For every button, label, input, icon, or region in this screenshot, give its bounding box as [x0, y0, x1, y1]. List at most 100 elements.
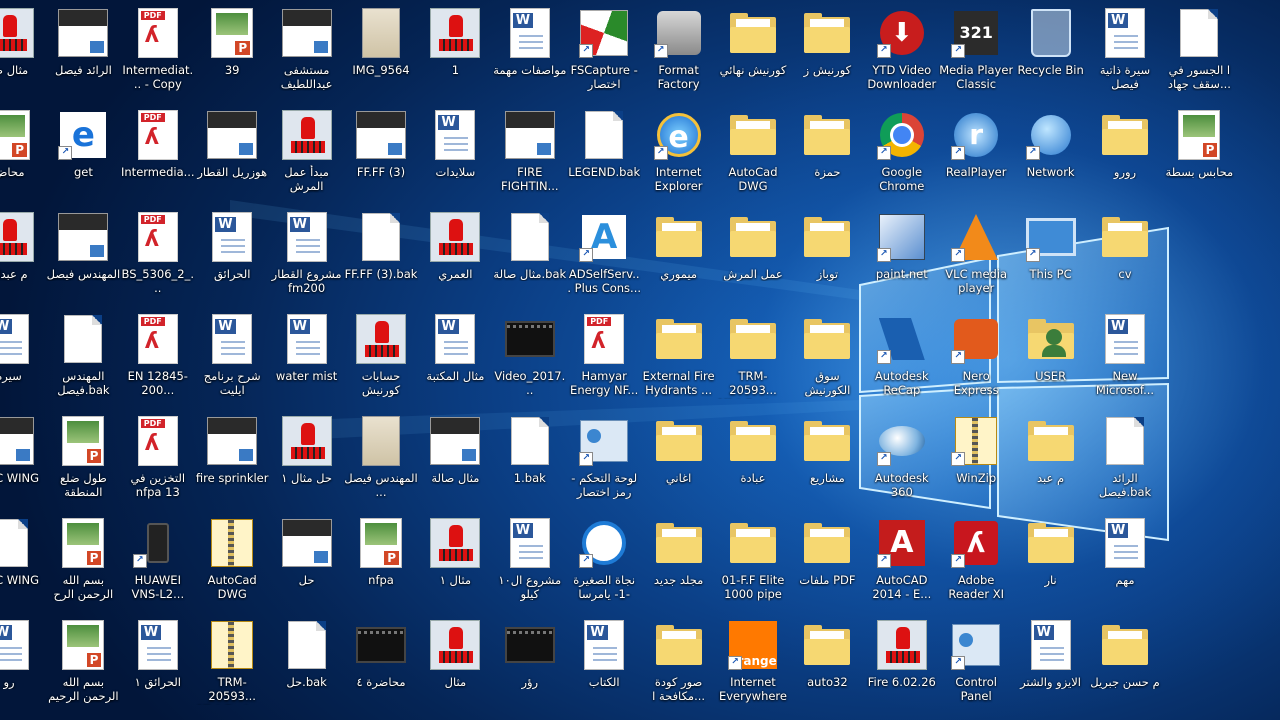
desktop-icon[interactable]: PDF ʎ التخزين في nfpa 13 [121, 408, 195, 508]
desktop-icon[interactable]: 1.bak [493, 408, 567, 508]
desktop-icon[interactable]: P 39 [195, 0, 269, 100]
desktop-icon[interactable]: r ↗ RealPlayer [939, 102, 1013, 202]
desktop-icon[interactable]: Pnfpa [344, 510, 418, 610]
desktop-icon[interactable]: orange ↗ Internet Everywhere [716, 612, 790, 712]
desktop-icon[interactable]: رؤر [493, 612, 567, 712]
desktop-icon[interactable]: المهندس فيصل [46, 204, 120, 304]
desktop-icon[interactable]: W مواصفات مهمة [493, 0, 567, 100]
desktop-icon[interactable]: ميموري [642, 204, 716, 304]
desktop-icon[interactable]: Video_2017... [493, 306, 567, 406]
desktop-icon[interactable]: مثال صا [0, 0, 46, 100]
desktop-icon[interactable]: W New Microsof... [1088, 306, 1162, 406]
desktop-icon[interactable]: حل.bak [270, 612, 344, 712]
desktop-icon[interactable]: DEC WING [0, 408, 46, 508]
desktop-icon[interactable]: e ↗ get [46, 102, 120, 202]
desktop-icon[interactable]: W الحرائق [195, 204, 269, 304]
desktop-icon[interactable]: مثال صالة.bak [493, 204, 567, 304]
desktop-icon[interactable]: FIRE FIGHTIN... [493, 102, 567, 202]
desktop-icon[interactable]: LEGEND.bak [567, 102, 641, 202]
desktop-icon[interactable]: ↗ Google Chrome [865, 102, 939, 202]
desktop-icon[interactable]: ا الجسور في سقف جهاد... [1162, 0, 1236, 100]
desktop-icon[interactable]: fire sprinkler [195, 408, 269, 508]
desktop-icon[interactable]: مشاريع [790, 408, 864, 508]
desktop-icon[interactable]: cv [1088, 204, 1162, 304]
desktop-icon[interactable]: نار [1014, 510, 1088, 610]
desktop-icon[interactable]: مثال صالة [418, 408, 492, 508]
desktop-icon[interactable]: FF.FF (3).bak [344, 204, 418, 304]
desktop-icon[interactable]: ↗ Control Panel [939, 612, 1013, 712]
desktop-icon[interactable]: 321 ↗ Media Player Classic [939, 0, 1013, 100]
desktop-icon[interactable]: ↗ VLC media player [939, 204, 1013, 304]
desktop-icon[interactable]: P بسم الله الرحمن الرح [46, 510, 120, 610]
desktop-icon[interactable]: ↗ لوحة التحكم - رمز اختصار [567, 408, 641, 508]
desktop-icon[interactable]: رورو [1088, 102, 1162, 202]
desktop-icon[interactable]: سوق الكورنيش [790, 306, 864, 406]
desktop-icon[interactable]: حل مثال ١ [270, 408, 344, 508]
desktop-icon[interactable]: توباز [790, 204, 864, 304]
desktop-icon[interactable]: 01-F.F Elite 1000 pipe [716, 510, 790, 610]
desktop-icon[interactable]: W الايزو والشتر [1014, 612, 1088, 712]
desktop-icon[interactable]: USER [1014, 306, 1088, 406]
desktop-icon[interactable]: e ↗ Internet Explorer [642, 102, 716, 202]
desktop-icon[interactable]: auto32 [790, 612, 864, 712]
desktop-icon[interactable]: ↗ FSCapture - اختصار [567, 0, 641, 100]
desktop-icon[interactable]: PDF ʎ Intermedia... [121, 102, 195, 202]
desktop-icon[interactable]: TRM-20593... Mist Syste... [195, 612, 269, 712]
desktop-icon[interactable]: حل [270, 510, 344, 610]
desktop-icon[interactable]: الرائد فيصل [46, 0, 120, 100]
desktop-icon[interactable]: كورنيش نهائي [716, 0, 790, 100]
desktop-icon[interactable]: مثال [418, 612, 492, 712]
desktop-icon[interactable]: W مشروع القطار fm200 [270, 204, 344, 304]
desktop-icon[interactable]: External Fire Hydrants ... [642, 306, 716, 406]
desktop-icon[interactable]: 1 [418, 0, 492, 100]
desktop-icon[interactable]: م عبدالـ [0, 204, 46, 304]
desktop-icon[interactable]: حمزة [790, 102, 864, 202]
desktop-icon[interactable]: A ↗ ADSelfServ... Plus Cons... [567, 204, 641, 304]
desktop-icon[interactable]: PDF ʎ EN 12845-200... [121, 306, 195, 406]
desktop-icon[interactable]: P بسم الله الرحمن الرحيم [46, 612, 120, 712]
desktop-icon[interactable]: W سلايدات [418, 102, 492, 202]
desktop-icon[interactable]: مجلد جديد [642, 510, 716, 610]
desktop-icon[interactable]: PDF ʎ Hamyar Energy NF... [567, 306, 641, 406]
desktop-icon[interactable]: AutoCad DWG [716, 102, 790, 202]
desktop-icon[interactable]: ↗ Network [1014, 102, 1088, 202]
desktop-icon[interactable]: W شرح برنامج ايليت [195, 306, 269, 406]
desktop-icon[interactable]: ↗ WinZip [939, 408, 1013, 508]
desktop-icon[interactable]: اغاني [642, 408, 716, 508]
desktop-icon[interactable]: Fire 6.02.26 [865, 612, 939, 712]
desktop-icon[interactable]: W سيرة ذاتية فيصل [1088, 0, 1162, 100]
desktop-icon[interactable]: W مهم [1088, 510, 1162, 610]
desktop-icon[interactable]: PDF ʎ Intermediat... - Copy [121, 0, 195, 100]
desktop-icon[interactable]: PDF ʎ BS_5306_2_... [121, 204, 195, 304]
desktop-icon[interactable]: العمري [418, 204, 492, 304]
desktop-icon[interactable]: صور كودة مكافحة ا... [642, 612, 716, 712]
desktop-icon[interactable]: P طول ضلع المنطقة [46, 408, 120, 508]
desktop-icon[interactable]: W سيرة [0, 306, 46, 406]
desktop-icon[interactable]: المهندس فيصل ... [344, 408, 418, 508]
desktop-icon[interactable]: W الكتاب [567, 612, 641, 712]
desktop-icon[interactable]: AutoCad DWG [195, 510, 269, 610]
desktop-icon[interactable]: م عبد [1014, 408, 1088, 508]
desktop-icon[interactable]: Recycle Bin [1014, 0, 1088, 100]
desktop-icon[interactable]: ↗ Nero Express [939, 306, 1013, 406]
desktop-icon[interactable]: مبدأ عمل المرش [270, 102, 344, 202]
desktop-icon[interactable]: ملفات PDF [790, 510, 864, 610]
desktop-icon[interactable]: IMG_9564 [344, 0, 418, 100]
desktop-icon[interactable]: ↗ HUAWEI VNS-L2... [121, 510, 195, 610]
desktop-icon[interactable]: م حسن جبريل [1088, 612, 1162, 712]
desktop-icon[interactable]: ↗ Autodesk ReCap [865, 306, 939, 406]
desktop-icon[interactable]: P محابس بسطة [1162, 102, 1236, 202]
desktop-icon[interactable]: P محاض [0, 102, 46, 202]
desktop-icon[interactable]: عبادة [716, 408, 790, 508]
desktop-icon[interactable]: ↗ paint.net [865, 204, 939, 304]
desktop-icon[interactable]: ↗ This PC [1014, 204, 1088, 304]
desktop-icon[interactable]: DEC WING [0, 510, 46, 610]
desktop-icon[interactable]: ⬇ ↗ YTD Video Downloader [865, 0, 939, 100]
desktop-icon[interactable]: ↗ نجاة الصغيرة -1- يامرسا [567, 510, 641, 610]
desktop-icon[interactable]: عمل المرش [716, 204, 790, 304]
desktop-icon[interactable]: المهندس فيصل.bak [46, 306, 120, 406]
desktop-icon[interactable]: هوزريل القطار [195, 102, 269, 202]
desktop-icon[interactable]: ʎ ↗ Adobe Reader XI [939, 510, 1013, 610]
desktop-icon[interactable]: حسابات كورنيش [344, 306, 418, 406]
desktop-icon[interactable]: W رو [0, 612, 46, 712]
